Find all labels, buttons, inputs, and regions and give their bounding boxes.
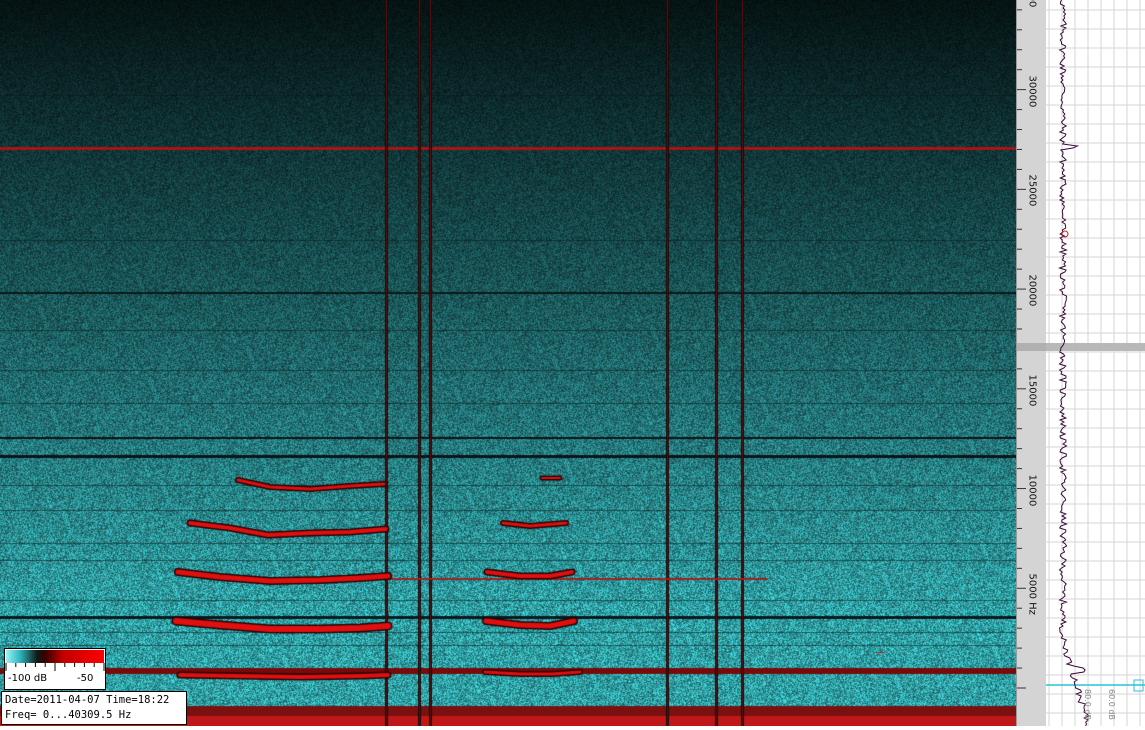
frequency-tick-label: 15000 (1026, 374, 1038, 407)
frequency-axis: 35000 30000 25000 20000 15000 10000 5000 Hz (1016, 0, 1047, 726)
spectrum-trace (1057, 0, 1091, 726)
color-scale-gradient (6, 650, 104, 663)
axis-separator (1017, 343, 1047, 351)
color-scale-min-label: -100 dB (8, 673, 48, 684)
spectrum-db-label-2: 60.0 dB (1106, 689, 1116, 720)
spectrum-panel[interactable]: 80.0 dB 60.0 dB (1046, 0, 1145, 726)
spectrum-plot (1046, 0, 1145, 726)
frequency-tick-label: 5000 Hz (1026, 573, 1038, 616)
frequency-axis-ticks (1017, 9, 1047, 689)
frequency-tick-label: 30000 (1026, 75, 1038, 107)
date-time-text: Date=2011-04-07 Time=18:22 (5, 694, 170, 706)
frequency-tick-label: 10000 (1026, 474, 1038, 506)
frequency-range-text: Freq= 0...40309.5 Hz (5, 709, 132, 721)
spectrum-db-label-1: 80.0 dB (1082, 689, 1092, 720)
color-scale-ticks (5, 663, 105, 671)
frequency-tick-label: 20000 (1026, 274, 1038, 307)
recording-info-box: Date=2011-04-07 Time=18:22 Freq= 0...403… (1, 691, 187, 725)
frequency-tick-label: 35000 (1027, 0, 1038, 7)
color-scale-legend: -100 dB -50 (4, 648, 106, 690)
color-scale-max-label: -50 (77, 673, 94, 684)
spectrogram-view[interactable] (0, 0, 1016, 726)
spectrogram-canvas[interactable] (0, 0, 1016, 726)
frequency-tick-label: 25000 (1026, 174, 1038, 207)
